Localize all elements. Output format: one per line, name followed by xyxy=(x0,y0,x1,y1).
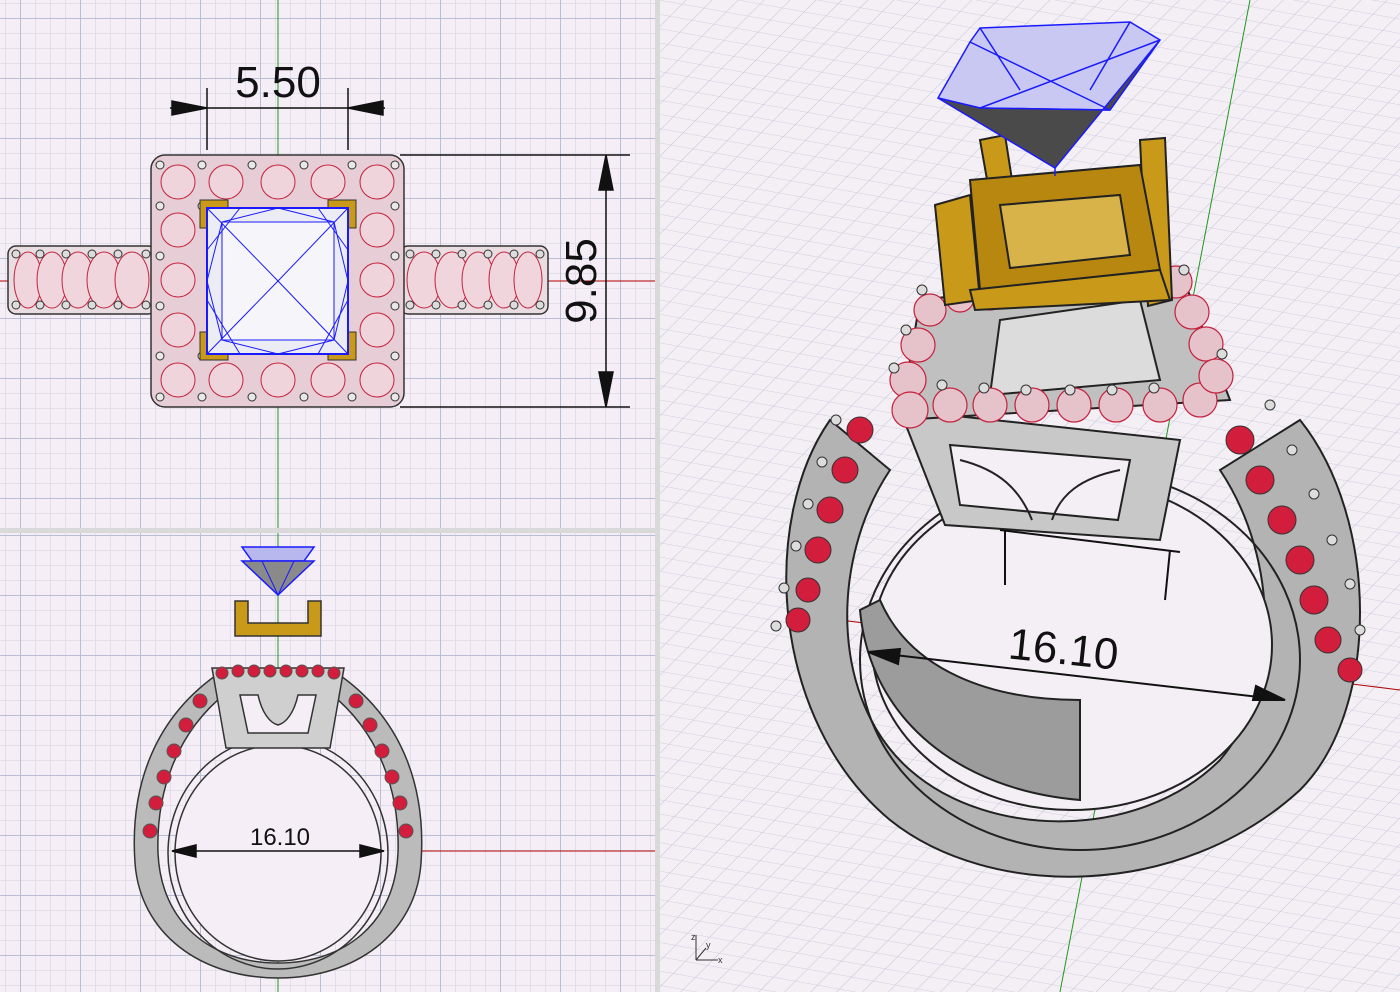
center-stone-front xyxy=(240,546,316,597)
axis-label-x: x xyxy=(718,955,723,965)
band-right xyxy=(399,245,549,315)
axis-label-y: y xyxy=(706,940,711,950)
dimension-width-label: 5.50 xyxy=(235,58,321,107)
center-stone-top xyxy=(206,207,349,355)
front-view-drawing: 16.10 xyxy=(133,533,655,992)
band-left xyxy=(7,245,157,315)
dimension-height-label: 9.85 xyxy=(557,238,606,324)
dimension-ring-front-label: 16.10 xyxy=(250,824,310,851)
front-viewport[interactable]: 16.10 xyxy=(0,533,655,992)
perspective-viewport[interactable]: 16.10 z y x xyxy=(660,0,1400,992)
axis-label-z: z xyxy=(691,932,696,942)
top-view-drawing: 5.50 9.85 xyxy=(0,0,655,528)
head-gallery-front xyxy=(211,667,345,749)
top-viewport[interactable]: 5.50 9.85 xyxy=(0,0,655,528)
perspective-view-drawing: 16.10 z y x xyxy=(660,0,1400,992)
